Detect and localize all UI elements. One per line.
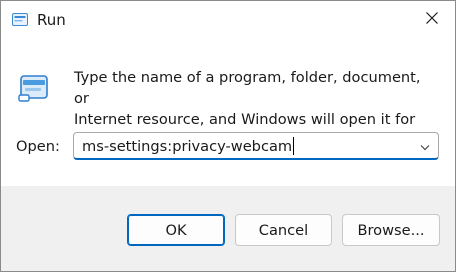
close-icon xyxy=(425,10,439,29)
browse-button[interactable]: Browse... xyxy=(342,214,440,246)
run-dialog: Run Type the name of a program, folder, … xyxy=(0,0,456,272)
cancel-button[interactable]: Cancel xyxy=(235,214,332,246)
window-title: Run xyxy=(37,11,66,29)
dialog-body: Type the name of a program, folder, docu… xyxy=(1,39,455,186)
chevron-down-icon[interactable] xyxy=(418,139,432,153)
open-input[interactable]: ms-settings:privacy-webcam xyxy=(82,137,295,155)
title-bar: Run xyxy=(1,1,455,39)
description-line-1: Type the name of a program, folder, docu… xyxy=(74,69,421,107)
ok-button[interactable]: OK xyxy=(127,214,225,246)
run-app-icon xyxy=(17,71,51,105)
text-caret xyxy=(293,137,295,155)
open-label: Open: xyxy=(16,138,60,155)
open-combobox[interactable]: ms-settings:privacy-webcam xyxy=(73,132,439,160)
close-button[interactable] xyxy=(409,1,455,37)
open-input-text: ms-settings:privacy-webcam xyxy=(82,138,293,155)
button-bar: OK Cancel Browse... xyxy=(1,186,455,271)
run-app-icon xyxy=(12,12,28,26)
